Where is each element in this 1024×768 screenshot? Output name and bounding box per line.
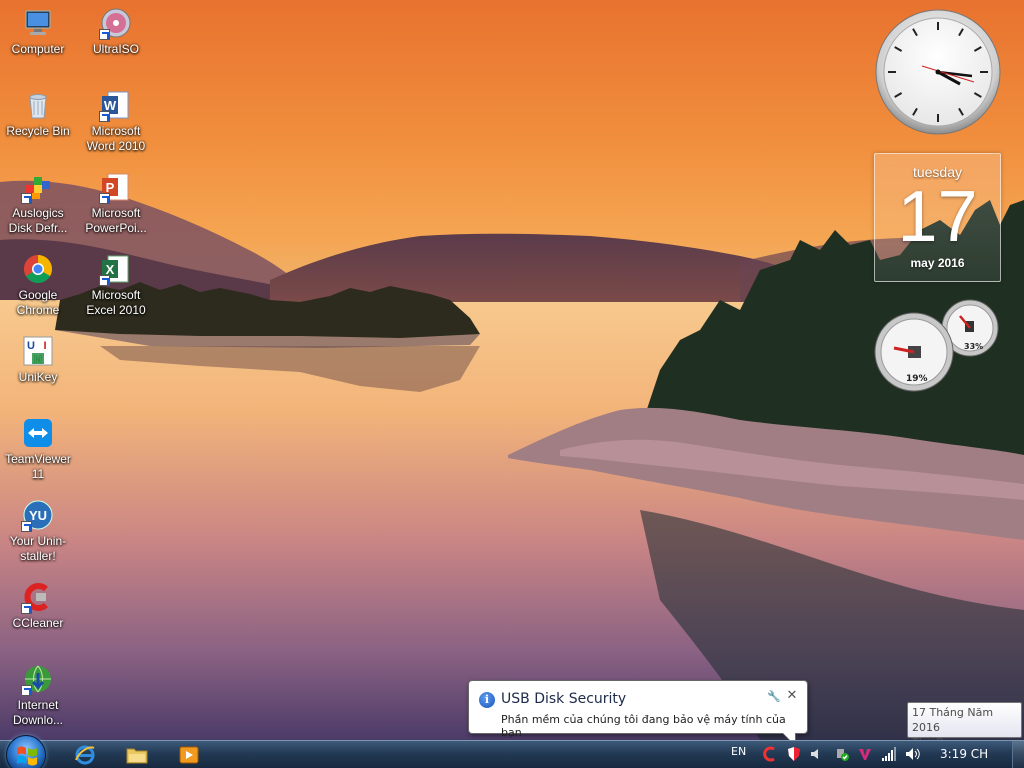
desktop-icon-chrome[interactable]: Google Chrome [0,253,76,318]
computer-icon [22,7,54,39]
shortcut-arrow-icon [21,521,32,532]
word-icon: W [99,89,132,122]
icon-label: Internet Downlo... [12,698,64,727]
desktop-icon-unikey[interactable]: UIN UniKey [0,335,76,385]
cpu-meter-gadget[interactable]: 19% 33% [872,296,1002,396]
desktop-icon-computer[interactable]: Computer [0,7,76,57]
teamviewer-icon [22,417,54,449]
icon-label: Recycle Bin [6,124,70,138]
shortcut-arrow-icon [21,685,32,696]
ccleaner-icon [21,581,54,614]
icon-label: Google Chrome [16,288,60,317]
powerpoint-icon: P [99,171,132,204]
cpu-usage-value: 19% [906,374,928,384]
shortcut-arrow-icon [21,603,32,614]
uninstaller-icon: YU [21,499,54,532]
icon-label: Computer [11,42,65,56]
tray-volume[interactable] [904,745,922,763]
shortcut-arrow-icon [21,193,32,204]
shortcut-arrow-icon [99,275,110,286]
tray-volume-alert[interactable] [808,745,826,763]
globe-download-icon [21,663,54,696]
language-indicator[interactable]: EN [731,745,746,758]
analog-clock [875,9,1001,135]
svg-text:I: I [43,340,46,352]
ccleaner-tray-icon [763,746,775,762]
tooltip-date: 17 Tháng Năm 2016 [912,706,994,734]
icon-label: CCleaner [12,616,64,630]
taskbar-ie-button[interactable] [62,743,108,767]
icon-label: Your Unin-staller! [9,534,67,563]
notification-title: USB Disk Security [501,691,627,707]
shortcut-arrow-icon [99,193,110,204]
speaker-alert-icon [811,749,818,759]
clock-gadget[interactable] [874,8,1002,136]
icon-label: Microsoft Excel 2010 [86,288,146,317]
tray-usb-security[interactable] [785,745,803,763]
desktop-icon-your-uninstaller[interactable]: YU Your Unin-staller! [0,499,76,564]
taskbar-media-player-button[interactable] [166,743,212,767]
shield-icon [788,747,800,761]
taskbar-clock[interactable]: 3:19 CH [940,747,988,761]
usb-check-icon [837,749,849,761]
desktop-icon-ultraiso[interactable]: UltraISO [78,7,154,57]
folder-icon [126,748,148,764]
windows-logo-icon [17,746,37,766]
start-button[interactable] [6,735,46,768]
info-icon: i [479,692,495,708]
v-logo-icon [859,749,871,760]
taskbar-explorer-button[interactable] [114,743,160,767]
desktop-icon-internet-download[interactable]: Internet Downlo... [0,663,76,728]
shortcut-arrow-icon [99,111,110,122]
signal-bars-icon [882,747,896,761]
icon-label: TeamViewer 11 [5,452,71,481]
tray-ccleaner[interactable] [761,745,779,763]
recycle-bin-icon [22,89,54,121]
close-icon[interactable]: ✕ [785,689,799,703]
desktop-icon-powerpoint[interactable]: P Microsoft PowerPoi... [78,171,154,236]
desktop-icon-ccleaner[interactable]: CCleaner [0,581,76,631]
icon-label: Microsoft Word 2010 [86,124,146,153]
chrome-icon [22,253,54,285]
notification-message: Phần mềm của chúng tôi đang bảo vệ máy t… [501,713,786,739]
unikey-icon: UIN [22,335,54,367]
taskbar: EN 3:19 CH [0,735,1024,768]
icon-label: Auslogics Disk Defr... [8,206,68,235]
desktop-icon-auslogics[interactable]: Auslogics Disk Defr... [0,171,76,236]
tray-network[interactable] [880,745,898,763]
icon-label: UniKey [18,370,58,384]
desktop-icon-excel[interactable]: X Microsoft Excel 2010 [78,253,154,318]
disc-icon [99,7,132,40]
speaker-icon [906,748,920,760]
desktop-icon-word[interactable]: W Microsoft Word 2010 [78,89,154,154]
media-player-icon [179,746,199,764]
icon-label: UltraISO [92,42,139,56]
auslogics-icon [21,171,54,204]
tray-vegas[interactable] [856,745,874,763]
icon-label: Microsoft PowerPoi... [85,206,147,235]
shortcut-arrow-icon [99,29,110,40]
tray-safely-remove[interactable] [833,745,851,763]
calendar-day: 17 [897,177,978,257]
usb-security-notification[interactable]: i USB Disk Security Phần mềm của chúng t… [468,680,808,747]
date-tooltip: 17 Tháng Năm 2016 Thứ Ba [907,702,1022,749]
desktop-icon-teamviewer[interactable]: TeamViewer 11 [0,417,76,482]
memory-usage-value: 33% [964,342,984,351]
calendar-gadget[interactable]: tuesday 17 may 2016 [874,153,1001,282]
calendar-month-year: may 2016 [910,256,965,270]
show-desktop-button[interactable] [1012,741,1024,768]
svg-text:U: U [27,340,35,352]
internet-explorer-icon [75,745,95,765]
wrench-icon[interactable]: 🔧 [767,691,781,703]
excel-icon: X [99,253,132,286]
desktop-icon-recycle-bin[interactable]: Recycle Bin [0,89,76,139]
